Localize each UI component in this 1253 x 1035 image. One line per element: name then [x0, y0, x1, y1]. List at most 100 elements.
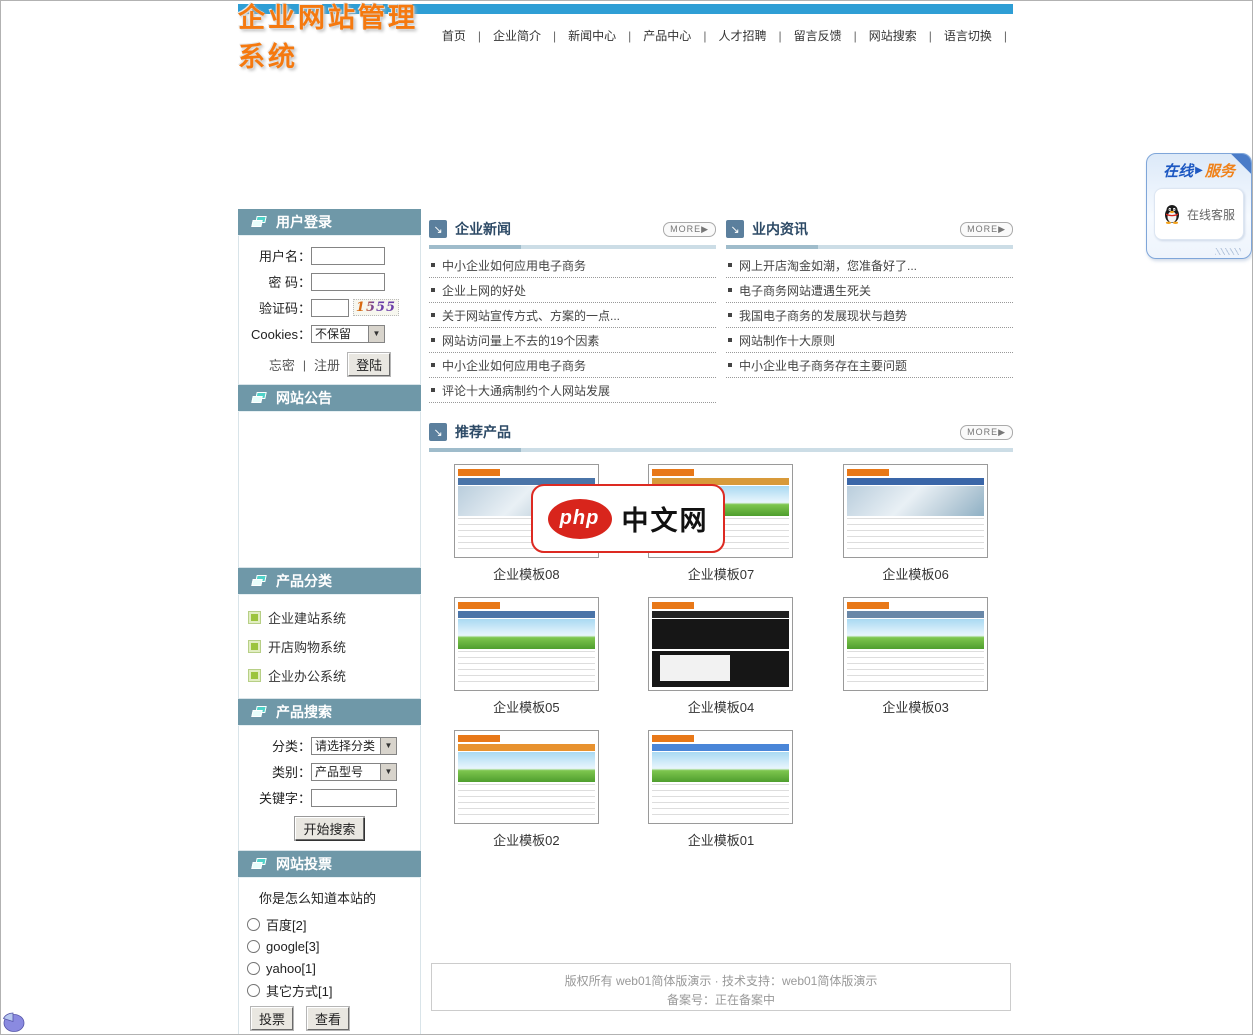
news-item[interactable]: 评论十大通病制约个人网站发展: [429, 378, 716, 403]
qq-service-link[interactable]: 在线客服: [1154, 188, 1244, 240]
product-thumbnail: [843, 464, 988, 558]
online-service-widget: 在线 ▶ 服务 在线客服: [1146, 153, 1252, 259]
thumb-nav-bar: [847, 478, 984, 485]
news-item[interactable]: 网站制作十大原则: [726, 328, 1013, 353]
thumb-body: [458, 784, 595, 820]
password-input[interactable]: [311, 273, 385, 291]
view-results-button[interactable]: 查看: [307, 1007, 349, 1030]
cookies-selected-value: 不保留: [312, 325, 368, 342]
category-label: 开店购物系统: [268, 637, 346, 656]
poll-radio[interactable]: [247, 918, 260, 931]
products-title: 推荐产品: [455, 422, 952, 442]
section-underline: [429, 245, 716, 249]
category-bullet-icon: [249, 641, 260, 652]
news-item[interactable]: 电子商务网站遭遇生死关: [726, 278, 1013, 303]
poll-section-header: 网站投票: [238, 851, 421, 878]
page: 企业网站管理系统 首页 企业简介 新闻中心 产品中心 人才招聘 留言反馈 网站搜…: [0, 0, 1253, 1035]
news-item[interactable]: 中小企业如何应用电子商务: [429, 353, 716, 378]
captcha-input[interactable]: [311, 299, 349, 317]
news-item[interactable]: 网站访问量上不去的19个因素: [429, 328, 716, 353]
category-item[interactable]: 开店购物系统: [249, 632, 410, 661]
product-name: 企业模板04: [648, 691, 793, 724]
poll-question: 你是怎么知道本站的: [247, 884, 412, 913]
thumb-nav-bar: [652, 611, 789, 618]
register-link[interactable]: 注册: [314, 355, 340, 374]
company-news-title: 企业新闻: [455, 219, 655, 239]
product-name: 企业模板05: [454, 691, 599, 724]
nav-item[interactable]: 语言切换: [938, 27, 1013, 44]
product-card[interactable]: 企业模板01: [648, 730, 793, 857]
login-title: 用户登录: [276, 212, 332, 232]
categories-list: 企业建站系统 开店购物系统 企业办公系统: [238, 595, 421, 699]
nav-item[interactable]: 首页: [436, 27, 487, 44]
poll-option[interactable]: google[3]: [247, 935, 412, 957]
service-title-right: 服务: [1205, 160, 1235, 181]
nav-item[interactable]: 人才招聘: [712, 27, 787, 44]
notice-content-empty: [238, 412, 421, 568]
nav-item[interactable]: 新闻中心: [562, 27, 637, 44]
username-input[interactable]: [311, 247, 385, 265]
service-title-left: 在线: [1163, 160, 1193, 181]
thumb-body: [652, 651, 789, 687]
login-button[interactable]: 登陆: [348, 353, 390, 376]
product-card[interactable]: 企业模板05: [454, 597, 599, 724]
products-more-button[interactable]: MORE▶: [960, 425, 1013, 440]
product-card[interactable]: 企业模板04: [648, 597, 793, 724]
product-card[interactable]: 企业模板02: [454, 730, 599, 857]
chat-bubble-icon: [252, 858, 268, 871]
industry-news-more-button[interactable]: MORE▶: [960, 222, 1013, 237]
nav-item[interactable]: 企业简介: [487, 27, 562, 44]
category-label: 企业办公系统: [268, 666, 346, 685]
poll-option-label: 其它方式[1]: [266, 981, 332, 1000]
thumb-banner: [652, 619, 789, 649]
thumb-nav-bar: [652, 744, 789, 751]
nav-item[interactable]: 产品中心: [637, 27, 712, 44]
poll-form: 你是怎么知道本站的 百度[2] google[3] yahoo[1]: [238, 878, 421, 1035]
vote-button[interactable]: 投票: [251, 1007, 293, 1030]
search-type-select[interactable]: 产品型号 ▼: [311, 763, 397, 781]
product-card[interactable]: 企业模板03: [843, 597, 988, 724]
company-news-more-button[interactable]: MORE▶: [663, 222, 716, 237]
category-item[interactable]: 企业建站系统: [249, 603, 410, 632]
poll-option-label: google[3]: [266, 939, 320, 954]
poll-radio[interactable]: [247, 984, 260, 997]
search-type-value: 产品型号: [312, 763, 380, 780]
category-item[interactable]: 企业办公系统: [249, 661, 410, 690]
news-item[interactable]: 关于网站宣传方式、方案的一点...: [429, 303, 716, 328]
chat-bubble-icon: [252, 216, 268, 229]
thumb-logo-bar: [458, 468, 595, 477]
poll-option[interactable]: 其它方式[1]: [247, 979, 412, 1001]
poll-option[interactable]: 百度[2]: [247, 913, 412, 935]
news-item[interactable]: 网上开店淘金如潮，您准备好了...: [726, 253, 1013, 278]
thumb-nav-bar: [458, 744, 595, 751]
search-category-select[interactable]: 请选择分类 ▼: [311, 737, 397, 755]
thumb-banner: [847, 486, 984, 516]
qq-service-label: 在线客服: [1187, 206, 1235, 223]
forgot-password-link[interactable]: 忘密: [269, 355, 295, 374]
search-button[interactable]: 开始搜索: [295, 817, 363, 840]
sidebar: 用户登录 用户名： 密 码： 验证码： 1555 Cookies： 不保留 ▼: [238, 209, 421, 1035]
news-item[interactable]: 企业上网的好处: [429, 278, 716, 303]
poll-option-label: 百度[2]: [266, 915, 306, 934]
news-item[interactable]: 中小企业电子商务存在主要问题: [726, 353, 1013, 378]
poll-radio[interactable]: [247, 962, 260, 975]
thumb-banner: [847, 619, 984, 649]
nav-item[interactable]: 网站搜索: [863, 27, 938, 44]
news-item-label: 评论十大通病制约个人网站发展: [442, 382, 610, 399]
captcha-label: 验证码：: [247, 298, 311, 317]
keyword-input[interactable]: [311, 789, 397, 807]
product-card[interactable]: 企业模板06: [843, 464, 988, 591]
poll-option-label: yahoo[1]: [266, 961, 316, 976]
site-logo[interactable]: 企业网站管理系统: [238, 0, 436, 74]
section-underline: [726, 245, 1013, 249]
poll-radio[interactable]: [247, 940, 260, 953]
nav-item[interactable]: 留言反馈: [788, 27, 863, 44]
cookies-select[interactable]: 不保留 ▼: [311, 325, 385, 343]
search-type-label: 类别：: [247, 762, 311, 781]
news-item[interactable]: 我国电子商务的发展现状与趋势: [726, 303, 1013, 328]
captcha-image[interactable]: 1555: [353, 299, 399, 316]
poll-option[interactable]: yahoo[1]: [247, 957, 412, 979]
login-form: 用户名： 密 码： 验证码： 1555 Cookies： 不保留 ▼ 忘密: [238, 236, 421, 385]
news-item[interactable]: 中小企业如何应用电子商务: [429, 253, 716, 278]
news-item-label: 中小企业如何应用电子商务: [442, 257, 586, 274]
